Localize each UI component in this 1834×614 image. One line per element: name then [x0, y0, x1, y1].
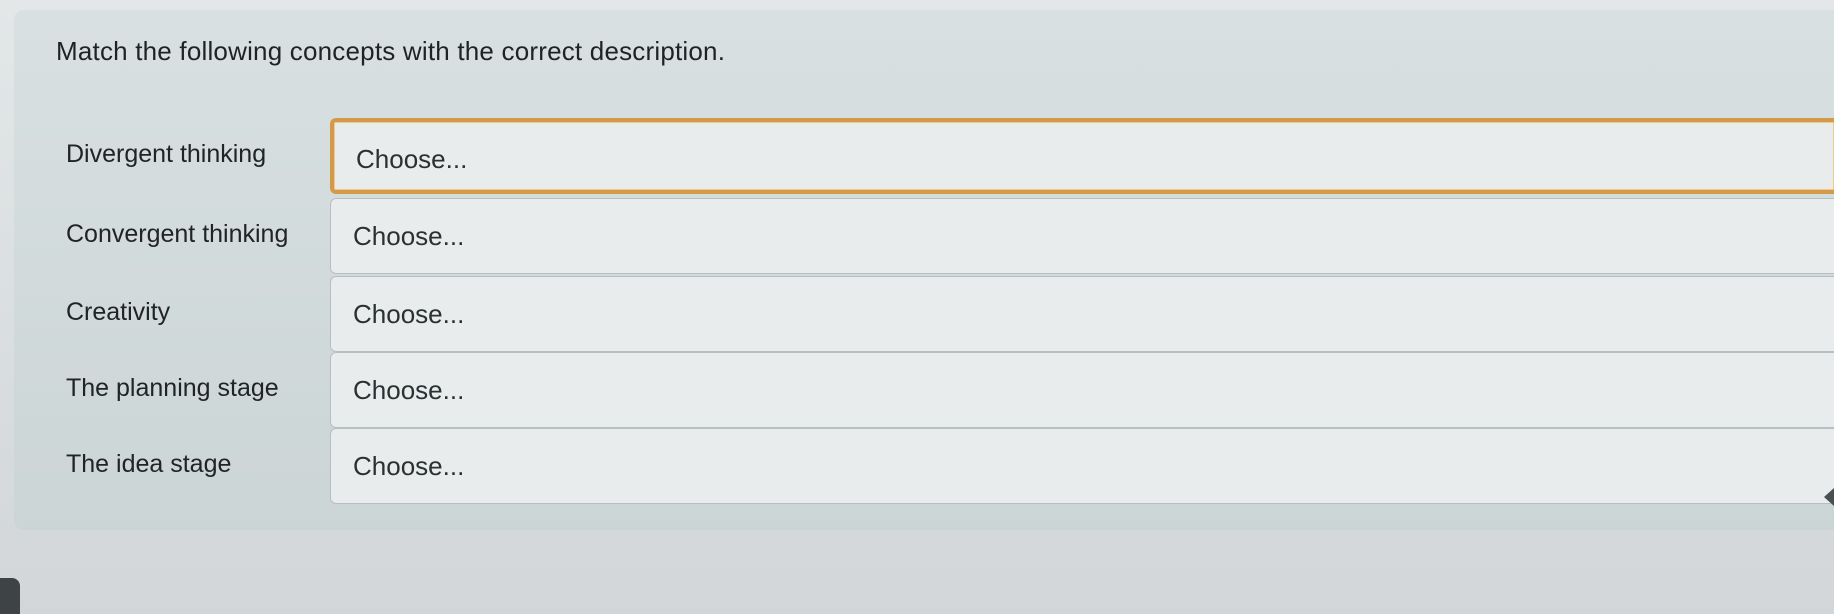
match-row: The planning stage Choose...: [0, 352, 1834, 428]
answer-select-convergent-thinking[interactable]: Choose...: [330, 198, 1834, 274]
match-row: The idea stage Choose...: [0, 428, 1834, 504]
concept-label: Divergent thinking: [66, 140, 267, 168]
answer-select-divergent-thinking[interactable]: Choose...: [330, 118, 1834, 194]
select-value: Choose...: [353, 451, 465, 481]
select-value: Choose...: [353, 375, 465, 405]
concept-label: The planning stage: [66, 374, 279, 402]
concept-label: Creativity: [66, 298, 171, 326]
select-value: Choose...: [353, 299, 465, 329]
match-row: Creativity Choose...: [0, 276, 1834, 352]
answer-select-idea-stage[interactable]: Choose...: [330, 428, 1834, 504]
screen: Match the following concepts with the co…: [0, 0, 1834, 614]
select-value: Choose...: [353, 221, 465, 251]
concept-label: Convergent thinking: [66, 220, 289, 248]
match-row: Divergent thinking Choose...: [0, 118, 1834, 194]
match-row: Convergent thinking Choose...: [0, 198, 1834, 274]
side-tab: [0, 578, 20, 614]
answer-select-creativity[interactable]: Choose...: [330, 276, 1834, 352]
question-prompt: Match the following concepts with the co…: [56, 36, 726, 66]
select-value: Choose...: [356, 144, 468, 174]
concept-label: The idea stage: [66, 450, 232, 478]
answer-select-planning-stage[interactable]: Choose...: [330, 352, 1834, 428]
scroll-arrow-icon[interactable]: [1824, 488, 1834, 506]
